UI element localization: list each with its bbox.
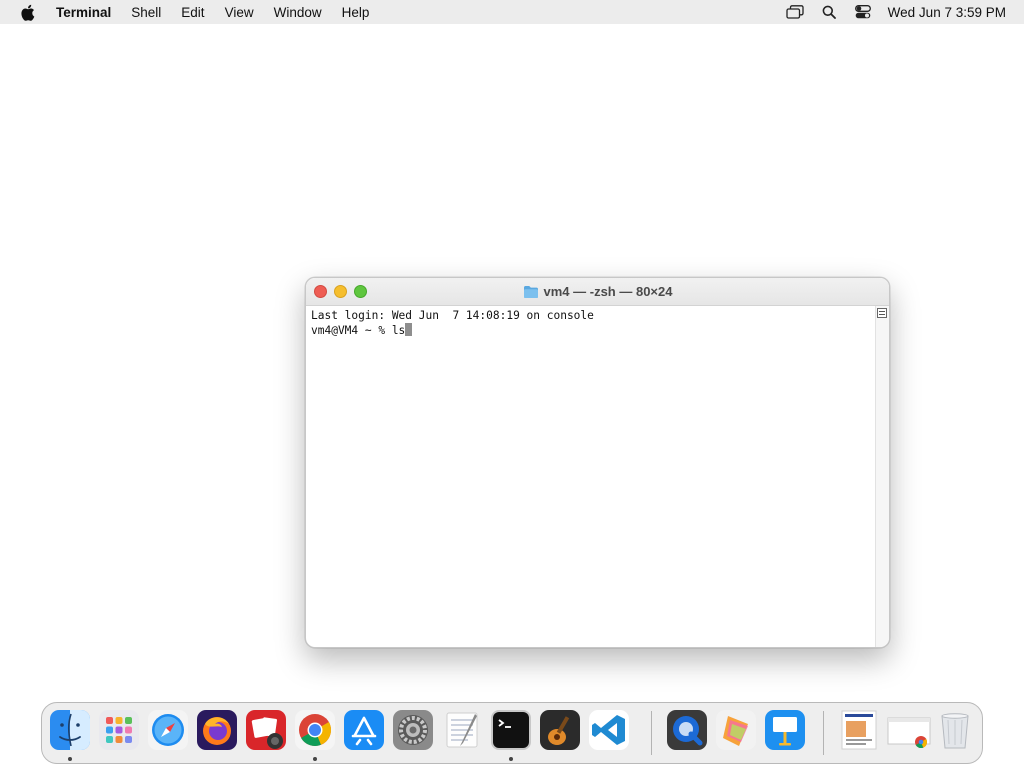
menu-window[interactable]: Window (264, 5, 332, 20)
terminal-window: vm4 — -zsh — 80×24 Last login: Wed Jun 7… (305, 277, 890, 648)
terminal-prompt-line: vm4@VM4 ~ % ls (311, 323, 870, 338)
launchpad-icon[interactable] (99, 710, 139, 750)
menu-edit[interactable]: Edit (171, 5, 214, 20)
safari-icon[interactable] (148, 710, 188, 750)
spotlight-search-icon[interactable] (818, 0, 840, 24)
close-button[interactable] (314, 285, 327, 298)
terminal-icon[interactable] (491, 710, 531, 750)
running-indicator (68, 757, 72, 761)
textedit-icon[interactable] (442, 710, 482, 750)
minimize-button[interactable] (334, 285, 347, 298)
firefox-icon[interactable] (197, 710, 237, 750)
chrome-icon[interactable] (295, 710, 335, 750)
window-title-area: vm4 — -zsh — 80×24 (523, 284, 673, 299)
chrome-window-thumbnail-icon[interactable] (887, 710, 933, 750)
maximize-button[interactable] (354, 285, 367, 298)
finder-icon[interactable] (50, 710, 90, 750)
window-titlebar[interactable]: vm4 — -zsh — 80×24 (306, 278, 889, 306)
folder-icon (523, 285, 538, 298)
terminal-output[interactable]: Last login: Wed Jun 7 14:08:19 on consol… (306, 306, 875, 647)
split-pane-icon[interactable] (877, 308, 887, 318)
dock-separator (823, 711, 824, 755)
menu-shell[interactable]: Shell (121, 5, 171, 20)
screen-mirroring-icon[interactable] (784, 0, 806, 24)
trash-icon[interactable] (935, 710, 975, 750)
menu-help[interactable]: Help (332, 5, 380, 20)
running-indicator (313, 757, 317, 761)
apple-menu-icon[interactable] (18, 3, 36, 21)
text-cursor (405, 323, 413, 336)
document-thumbnail-icon[interactable] (839, 710, 879, 750)
quicktime-icon[interactable] (667, 710, 707, 750)
menu-view[interactable]: View (215, 5, 264, 20)
window-controls (314, 285, 374, 298)
menu-app-terminal[interactable]: Terminal (50, 5, 121, 20)
pages-icon[interactable] (716, 710, 756, 750)
dock (41, 702, 983, 764)
terminal-line: Last login: Wed Jun 7 14:08:19 on consol… (311, 309, 594, 322)
app-store-icon[interactable] (344, 710, 384, 750)
running-indicator (509, 757, 513, 761)
window-title: vm4 — -zsh — 80×24 (543, 284, 673, 299)
vertical-scrollbar[interactable] (875, 306, 889, 647)
menu-bar-status-area: Wed Jun 7 3:59 PM (778, 0, 1024, 24)
photo-booth-icon[interactable] (246, 710, 286, 750)
terminal-command: vm4@VM4 ~ % ls (311, 324, 406, 337)
menu-bar: Terminal Shell Edit View Window Help Wed… (0, 0, 1024, 24)
garageband-icon[interactable] (540, 710, 580, 750)
menu-bar-clock[interactable]: Wed Jun 7 3:59 PM (888, 5, 1006, 20)
dock-separator (651, 711, 652, 755)
keynote-icon[interactable] (765, 710, 805, 750)
system-settings-icon[interactable] (393, 710, 433, 750)
control-center-icon[interactable] (852, 0, 874, 24)
vscode-icon[interactable] (589, 710, 629, 750)
